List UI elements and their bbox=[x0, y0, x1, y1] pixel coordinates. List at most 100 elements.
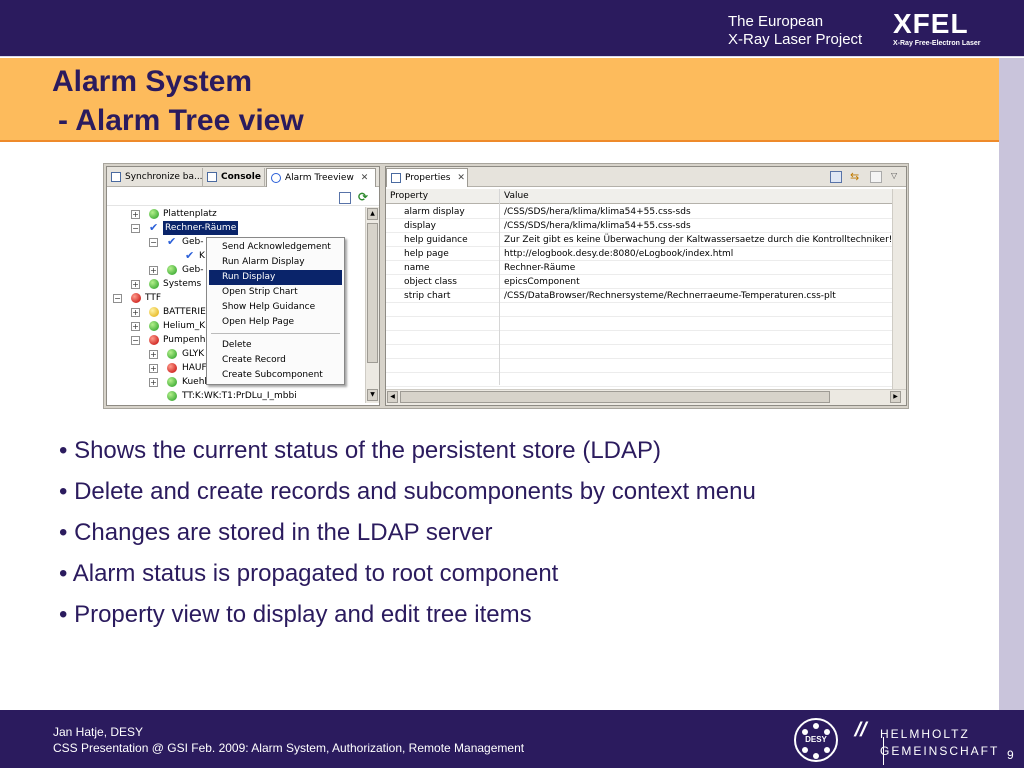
title-band: Alarm System - Alarm Tree view bbox=[0, 58, 999, 142]
tree-item-label: Helium_K bbox=[163, 321, 206, 331]
menu-open-strip-chart[interactable]: Open Strip Chart bbox=[209, 285, 342, 300]
tab-alarm-treeview[interactable]: Alarm Treeview ✕ bbox=[266, 168, 376, 187]
helmholtz-line-1: HELMHOLTZ bbox=[880, 727, 970, 741]
property-row[interactable]: display /CSS/SDS/hera/klima/klima54+55.c… bbox=[386, 219, 892, 233]
property-value[interactable]: /CSS/SDS/hera/klima/klima54+55.css-sds bbox=[504, 219, 691, 233]
right-tabbar: Properties ✕ ⇆ ▽ bbox=[386, 167, 906, 187]
expand-icon[interactable]: + bbox=[131, 322, 140, 331]
properties-vertical-scrollbar[interactable] bbox=[892, 189, 906, 389]
status-green-icon bbox=[149, 279, 159, 289]
acknowledged-check-icon: ✔ bbox=[149, 221, 159, 234]
property-value[interactable]: http://elogbook.desy.de:8080/eLogbook/in… bbox=[504, 247, 733, 261]
footer: Jan Hatje, DESY CSS Presentation @ GSI F… bbox=[0, 710, 1024, 768]
footer-author: Jan Hatje, DESY bbox=[53, 725, 144, 739]
scroll-down-icon[interactable]: ▼ bbox=[367, 389, 378, 401]
close-icon[interactable]: ✕ bbox=[457, 173, 465, 183]
menu-run-display[interactable]: Run Display bbox=[209, 270, 342, 285]
desy-dot bbox=[824, 747, 830, 753]
desy-logo-text: DESY bbox=[805, 735, 827, 744]
property-key: help page bbox=[404, 249, 449, 259]
tab-label: Console bbox=[221, 172, 261, 182]
tree-item-label: Geb- bbox=[182, 265, 204, 275]
property-row[interactable]: help page http://elogbook.desy.de:8080/e… bbox=[386, 247, 892, 261]
property-row[interactable]: help guidance Zur Zeit gibt es keine Übe… bbox=[386, 233, 892, 247]
property-row[interactable]: name Rechner-Räume bbox=[386, 261, 892, 275]
menu-send-acknowledgement[interactable]: Send Acknowledgement bbox=[209, 240, 342, 255]
menu-create-subcomponent[interactable]: Create Subcomponent bbox=[209, 368, 342, 383]
bullet-item: • Shows the current status of the persis… bbox=[59, 437, 662, 464]
tab-label: Properties bbox=[405, 173, 451, 183]
status-red-icon bbox=[149, 335, 159, 345]
collapse-icon[interactable]: − bbox=[131, 336, 140, 345]
property-value[interactable]: Rechner-Räume bbox=[504, 261, 575, 275]
status-yellow-icon bbox=[149, 307, 159, 317]
expand-icon[interactable]: + bbox=[149, 364, 158, 373]
property-value[interactable]: /CSS/DataBrowser/Rechnersysteme/Rechnerr… bbox=[504, 289, 836, 303]
expand-icon[interactable]: + bbox=[131, 280, 140, 289]
desy-dot bbox=[813, 753, 819, 759]
expand-icon[interactable]: + bbox=[149, 378, 158, 387]
status-green-icon bbox=[149, 321, 159, 331]
refresh-icon[interactable]: ⟳ bbox=[358, 191, 370, 204]
close-icon[interactable]: ✕ bbox=[361, 173, 369, 183]
org-line-1: The European bbox=[728, 13, 824, 30]
menu-delete[interactable]: Delete bbox=[209, 338, 342, 353]
scroll-thumb[interactable] bbox=[400, 391, 830, 403]
status-green-icon bbox=[167, 377, 177, 387]
tree-item-label: Systems bbox=[163, 279, 202, 289]
properties-horizontal-scrollbar[interactable]: ◀ ▶ bbox=[386, 389, 906, 405]
property-value[interactable]: Zur Zeit gibt es keine Überwachung der K… bbox=[504, 233, 892, 247]
properties-pane: Properties ✕ ⇆ ▽ Property Value alarm di… bbox=[385, 166, 907, 406]
app-screenshot: Synchronize ba... Console Alarm Treeview… bbox=[103, 163, 909, 409]
tab-synchronize[interactable]: Synchronize ba... bbox=[107, 168, 203, 187]
top-bar: The European X-Ray Laser Project XFEL X-… bbox=[0, 0, 1024, 57]
column-divider[interactable] bbox=[499, 189, 500, 385]
tree-item-label-selected: Rechner-Räume bbox=[163, 221, 239, 235]
property-value[interactable]: /CSS/SDS/hera/klima/klima54+55.css-sds bbox=[504, 205, 691, 219]
property-key: alarm display bbox=[404, 207, 465, 217]
scroll-left-icon[interactable]: ◀ bbox=[387, 391, 398, 403]
bullet-item: • Alarm status is propagated to root com… bbox=[59, 560, 559, 587]
tab-console[interactable]: Console bbox=[203, 168, 265, 187]
expand-icon[interactable]: + bbox=[131, 308, 140, 317]
status-red-icon bbox=[167, 363, 177, 373]
expand-icon[interactable]: + bbox=[149, 266, 158, 275]
property-row[interactable]: alarm display /CSS/SDS/hera/klima/klima5… bbox=[386, 205, 892, 219]
collapse-icon[interactable]: − bbox=[149, 238, 158, 247]
collapse-icon[interactable]: − bbox=[131, 224, 140, 233]
expand-icon[interactable]: + bbox=[149, 350, 158, 359]
property-key: strip chart bbox=[404, 291, 451, 301]
tab-properties[interactable]: Properties ✕ bbox=[386, 168, 468, 187]
scroll-up-icon[interactable]: ▲ bbox=[367, 208, 378, 220]
slide-subtitle: - Alarm Tree view bbox=[58, 104, 304, 137]
column-header-property[interactable]: Property bbox=[390, 191, 428, 201]
desy-dot bbox=[813, 723, 819, 729]
console-icon bbox=[207, 172, 217, 182]
alarm-tree-pane: Synchronize ba... Console Alarm Treeview… bbox=[106, 166, 380, 406]
status-green-icon bbox=[167, 265, 177, 275]
empty-row bbox=[386, 345, 892, 359]
minimize-icon[interactable] bbox=[339, 192, 351, 204]
property-row[interactable]: strip chart /CSS/DataBrowser/Rechnersyst… bbox=[386, 289, 892, 303]
scroll-right-icon[interactable]: ▶ bbox=[890, 391, 901, 403]
footer-event: CSS Presentation @ GSI Feb. 2009: Alarm … bbox=[53, 741, 525, 755]
scroll-thumb[interactable] bbox=[367, 223, 378, 363]
tree-item-label: Geb- bbox=[182, 237, 204, 247]
desy-dot bbox=[802, 747, 808, 753]
restore-defaults-icon[interactable] bbox=[870, 171, 882, 183]
column-header-value[interactable]: Value bbox=[504, 191, 529, 201]
filter-icon[interactable]: ⇆ bbox=[850, 171, 862, 183]
empty-row bbox=[386, 317, 892, 331]
menu-run-alarm-display[interactable]: Run Alarm Display bbox=[209, 255, 342, 270]
view-menu-icon[interactable]: ▽ bbox=[891, 171, 903, 183]
menu-create-record[interactable]: Create Record bbox=[209, 353, 342, 368]
property-value[interactable]: epicsComponent bbox=[504, 275, 580, 289]
collapse-icon[interactable]: − bbox=[113, 294, 122, 303]
menu-show-help-guidance[interactable]: Show Help Guidance bbox=[209, 300, 342, 315]
property-key: help guidance bbox=[404, 235, 468, 245]
menu-open-help-page[interactable]: Open Help Page bbox=[209, 315, 342, 330]
expand-icon[interactable]: + bbox=[131, 210, 140, 219]
categories-icon[interactable] bbox=[830, 171, 842, 183]
property-row[interactable]: object class epicsComponent bbox=[386, 275, 892, 289]
tree-vertical-scrollbar[interactable]: ▲ ▼ bbox=[365, 207, 379, 403]
